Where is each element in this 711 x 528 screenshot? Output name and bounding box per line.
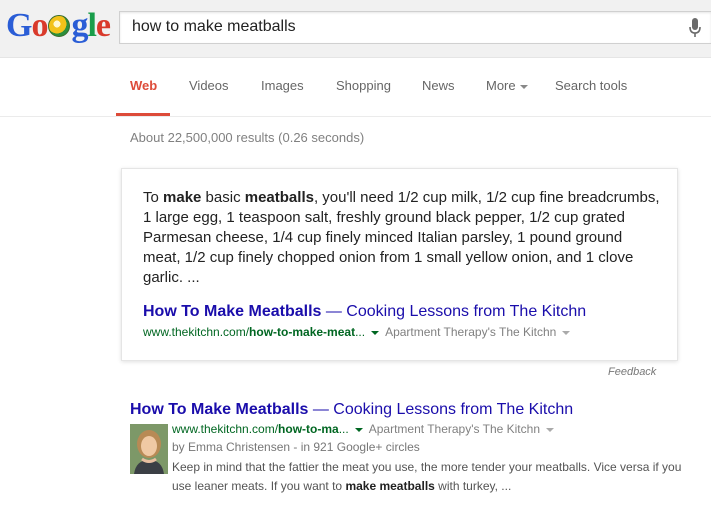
answer-url-bold: how-to-make-meat (249, 325, 356, 339)
search-query[interactable]: how to make meatballs (132, 18, 296, 36)
author-avatar[interactable] (130, 424, 168, 474)
logo-letter-o: o (31, 7, 48, 44)
answer-text-part: To (143, 189, 164, 206)
tab-more-label: More (486, 78, 516, 93)
tab-images[interactable]: Images (261, 78, 304, 93)
answer-text-part: basic (201, 189, 245, 206)
result-snippet: Keep in mind that the fattier the meat y… (172, 458, 702, 496)
result-title-link[interactable]: How To Make Meatballs — Cooking Lessons … (130, 401, 573, 419)
result-source-name: Apartment Therapy's The Kitchn (368, 422, 540, 436)
search-input[interactable]: how to make meatballs (119, 11, 711, 44)
feedback-link[interactable]: Feedback (608, 366, 656, 378)
source-dropdown-icon[interactable] (562, 330, 571, 335)
tab-news[interactable]: News (422, 78, 455, 93)
answer-text-bold: meatballs (244, 189, 314, 206)
active-tab-indicator (116, 113, 170, 116)
result-url-tail: ... (338, 422, 349, 436)
snippet-part: with turkey, ... (434, 479, 512, 493)
answer-link-bold: How To Make Meatballs (143, 303, 322, 320)
tab-videos[interactable]: Videos (189, 78, 229, 93)
answer-url: www.thekitchn.com/ (143, 325, 250, 339)
answer-text: To make basic meatballs, you'll need 1/2… (143, 188, 663, 288)
author-photo-icon (130, 424, 168, 474)
answer-card: To make basic meatballs, you'll need 1/2… (121, 168, 678, 361)
header: Go gle how to make meatballs (0, 0, 711, 58)
tab-shopping[interactable]: Shopping (336, 78, 391, 93)
answer-source-name: Apartment Therapy's The Kitchn (385, 325, 557, 339)
answer-text-bold: make (163, 189, 202, 206)
tab-more[interactable]: More (486, 78, 528, 93)
answer-url-tail: ... (355, 325, 366, 339)
logo-letter-g: G (6, 7, 32, 44)
source-dropdown-icon[interactable] (546, 427, 554, 432)
answer-link-rest: — Cooking Lessons from The Kitchn (321, 303, 587, 320)
result-url-line: www.thekitchn.com/how-to-ma... Apartment … (172, 422, 560, 436)
tennis-ball-icon (48, 15, 71, 37)
tab-web[interactable]: Web (130, 78, 157, 93)
result-url-bold: how-to-ma (278, 422, 339, 436)
answer-url-line: www.thekitchn.com/how-to-make-meat... Apa… (143, 325, 576, 339)
logo-letter-g2: g (71, 7, 88, 44)
google-logo[interactable]: Go gle (6, 6, 111, 46)
url-dropdown-icon[interactable] (371, 330, 380, 335)
search-tools-button[interactable]: Search tools (555, 78, 627, 93)
logo-letter-e: e (95, 7, 111, 44)
result-title-rest: — Cooking Lessons from The Kitchn (308, 401, 574, 418)
chevron-down-icon (519, 84, 528, 89)
snippet-bold: make meatballs (345, 479, 435, 493)
result-url: www.thekitchn.com/ (172, 422, 279, 436)
author-byline[interactable]: by Emma Christensen - in 921 Google+ cir… (172, 440, 420, 454)
result-title-bold: How To Make Meatballs (130, 401, 309, 418)
results-stats: About 22,500,000 results (0.26 seconds) (130, 130, 365, 145)
search-tabs: Web Videos Images Shopping News More Sea… (0, 58, 711, 117)
answer-source-link[interactable]: How To Make Meatballs — Cooking Lessons … (143, 303, 586, 321)
logo-letter-l: l (87, 7, 97, 44)
url-dropdown-icon[interactable] (354, 427, 363, 432)
microphone-icon[interactable] (689, 18, 701, 38)
